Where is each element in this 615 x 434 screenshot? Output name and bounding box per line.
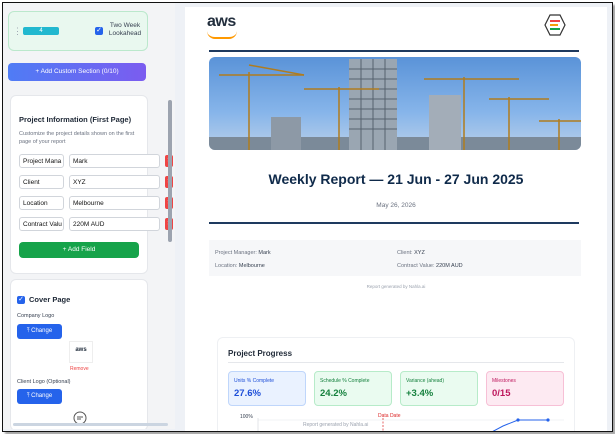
field-label-input[interactable]: Project Mana bbox=[19, 154, 64, 168]
progress-divider bbox=[228, 362, 564, 363]
info-location-value: Melbourne bbox=[238, 263, 265, 269]
metric-units-complete: Units % Complete 27.6% bbox=[228, 371, 306, 406]
sidebar-horizontal-scrollbar[interactable] bbox=[13, 423, 168, 426]
metric-label: Units % Complete bbox=[234, 378, 275, 384]
field-value-input[interactable]: 220M AUD bbox=[69, 217, 160, 231]
field-label-input[interactable]: Client bbox=[19, 175, 64, 189]
company-logo-thumbnail: aws bbox=[69, 341, 93, 363]
info-client: Client: XYZ bbox=[397, 250, 425, 256]
report-date: May 26, 2026 bbox=[376, 202, 416, 209]
project-info-description: Customize the project details shown on t… bbox=[19, 131, 135, 145]
report-preview: aws Weekly Report — 21 Jun - 27 Jun 2025… bbox=[185, 7, 607, 431]
metric-label: Schedule % Complete bbox=[320, 378, 370, 384]
change-client-logo-button[interactable]: ⤒ Change bbox=[17, 389, 62, 404]
report-logo: aws bbox=[207, 13, 236, 30]
company-logo-text: aws bbox=[75, 347, 87, 353]
project-info-card: Project Information (First Page) Customi… bbox=[10, 95, 173, 274]
project-progress-title: Project Progress bbox=[228, 349, 293, 358]
metric-milestones: Milestones 0/15 bbox=[486, 371, 564, 406]
cover-page-title: Cover Page bbox=[29, 295, 71, 304]
info-pm-label: Project Manager: bbox=[215, 250, 257, 256]
section-row-lookahead: ⋮⋮ 4 ✓ Two Week Lookahead bbox=[8, 11, 148, 51]
editor-sidebar: ⋮⋮ 4 ✓ Two Week Lookahead + Add Custom S… bbox=[3, 3, 175, 429]
client-logo-label: Client Logo (Optional) bbox=[17, 379, 71, 385]
construction-photo bbox=[209, 59, 581, 150]
chart-y-tick: 100% bbox=[240, 414, 253, 420]
info-client-label: Client: bbox=[397, 250, 413, 256]
field-label-input[interactable]: Contract Valu bbox=[19, 217, 64, 231]
chart-watermark: Report generated by Nahla.ai bbox=[303, 422, 369, 428]
field-value-input[interactable]: XYZ bbox=[69, 175, 160, 189]
metric-variance: Variance (ahead) +3.4% bbox=[400, 371, 478, 406]
cover-photo bbox=[209, 57, 581, 150]
chart-point bbox=[546, 418, 550, 422]
metric-value: 27.6% bbox=[234, 388, 261, 399]
info-contract-value: Contract Value: 220M AUD bbox=[397, 263, 463, 269]
progress-series-line bbox=[492, 419, 548, 431]
section-value-input[interactable]: 4 bbox=[23, 27, 59, 35]
info-pm-value: Mark bbox=[258, 250, 271, 256]
company-logo-label: Company Logo bbox=[17, 313, 55, 319]
add-custom-section-button[interactable]: + Add Custom Section (0/10) bbox=[8, 63, 146, 81]
app-window: ⋮⋮ 4 ✓ Two Week Lookahead + Add Custom S… bbox=[2, 2, 613, 432]
report-title: Weekly Report — 21 Jun - 27 Jun 2025 bbox=[268, 171, 524, 187]
aws-smile-icon bbox=[207, 31, 237, 39]
title-divider bbox=[209, 222, 579, 224]
progress-chart bbox=[257, 418, 564, 431]
lookahead-label: Two Week Lookahead bbox=[108, 22, 142, 37]
remove-company-logo-link[interactable]: Remove bbox=[70, 366, 89, 372]
chart-point bbox=[516, 418, 520, 422]
generated-by-note: Report generated by Nahla.ai bbox=[366, 284, 426, 289]
info-contract-label: Contract Value: bbox=[397, 263, 435, 269]
metric-label: Milestones bbox=[492, 378, 516, 384]
add-field-button[interactable]: + Add Field bbox=[19, 242, 139, 258]
menu-logo-icon bbox=[544, 14, 566, 36]
metric-label: Variance (ahead) bbox=[406, 378, 444, 384]
metric-schedule-complete: Schedule % Complete 24.2% bbox=[314, 371, 392, 406]
field-value-input[interactable]: Melbourne bbox=[69, 196, 160, 210]
cover-page-checkbox[interactable]: ✓ bbox=[17, 296, 25, 304]
lookahead-checkbox[interactable]: ✓ bbox=[95, 27, 103, 35]
change-company-logo-button[interactable]: ⤒ Change bbox=[17, 324, 62, 339]
info-location-label: Location: bbox=[215, 263, 238, 269]
cover-page-card: ✓ Cover Page Company Logo ⤒ Change aws R… bbox=[10, 279, 148, 429]
info-location: Location: Melbourne bbox=[215, 263, 265, 269]
info-project-manager: Project Manager: Mark bbox=[215, 250, 271, 256]
info-client-value: XYZ bbox=[414, 250, 425, 256]
header-divider bbox=[209, 50, 579, 52]
sidebar-scrollbar[interactable] bbox=[168, 100, 172, 242]
project-info-title: Project Information (First Page) bbox=[19, 115, 132, 124]
project-info-grid: Project Manager: Mark Client: XYZ Locati… bbox=[209, 240, 581, 276]
info-contract-value-text: 220M AUD bbox=[436, 263, 463, 269]
field-value-input[interactable]: Mark bbox=[69, 154, 160, 168]
metric-value: +3.4% bbox=[406, 388, 434, 399]
metric-value: 24.2% bbox=[320, 388, 347, 399]
metric-value: 0/15 bbox=[492, 388, 511, 399]
field-label-input[interactable]: Location bbox=[19, 196, 64, 210]
project-progress-card: Project Progress Units % Complete 27.6% … bbox=[217, 337, 575, 431]
change-label: Change bbox=[31, 328, 53, 334]
change-label: Change bbox=[31, 393, 53, 399]
data-date-label: Data Date bbox=[378, 413, 401, 419]
